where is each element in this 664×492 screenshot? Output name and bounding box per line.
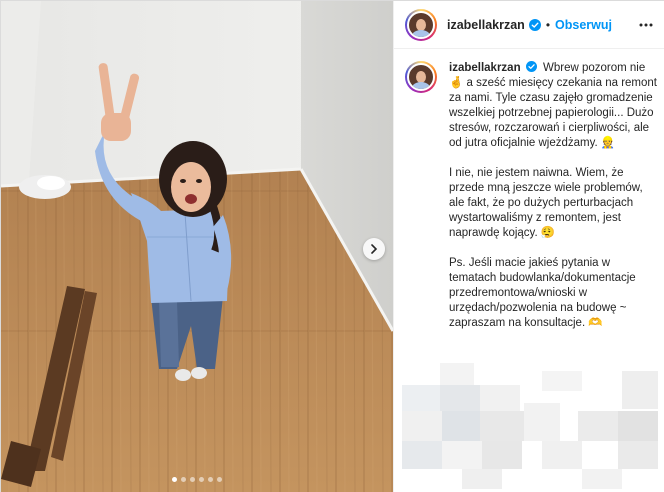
header-username[interactable]: izabellakrzan: [447, 18, 525, 32]
caption-text: izabellakrzan Wbrew pozorom nie 🤞 a sześ…: [449, 61, 657, 346]
post-header: izabellakrzan • Obserwuj: [394, 1, 664, 49]
pixelated-comments-area: [402, 363, 662, 489]
caption-paragraph-1: Wbrew pozorom nie 🤞 a sześć miesięcy cze…: [449, 62, 657, 149]
caption-paragraph-3: Ps. Jeśli macie jakieś pytania w tematac…: [449, 257, 636, 329]
caption-username[interactable]: izabellakrzan: [449, 62, 521, 74]
post-caption: izabellakrzan Wbrew pozorom nie 🤞 a sześ…: [405, 61, 657, 346]
carousel-next-button[interactable]: [363, 238, 385, 260]
carousel-dot: [172, 477, 177, 482]
post-photo[interactable]: [1, 1, 393, 492]
caption-avatar[interactable]: [405, 61, 437, 93]
caption-paragraph-2: I nie, nie jestem naiwna. Wiem, że przed…: [449, 167, 643, 239]
verified-badge-icon: [525, 61, 537, 72]
follow-button[interactable]: Obserwuj: [555, 18, 612, 32]
post-side-panel: izabellakrzan • Obserwuj izabellakrzan W…: [393, 1, 664, 492]
chevron-right-icon: [371, 244, 378, 254]
avatar[interactable]: [405, 8, 437, 41]
avatar-photo: [407, 10, 435, 39]
avatar-photo: [407, 63, 435, 91]
carousel-dot: [217, 477, 222, 482]
carousel-dot: [181, 477, 186, 482]
header-separator: •: [545, 17, 551, 32]
carousel-indicator: [1, 477, 393, 482]
carousel-dot: [199, 477, 204, 482]
photo-scene: [1, 1, 393, 492]
verified-badge-icon: [528, 18, 541, 31]
carousel-dot: [208, 477, 213, 482]
instagram-post: izabellakrzan • Obserwuj izabellakrzan W…: [0, 0, 664, 492]
carousel-dot: [190, 477, 195, 482]
more-options-icon[interactable]: [638, 17, 654, 33]
